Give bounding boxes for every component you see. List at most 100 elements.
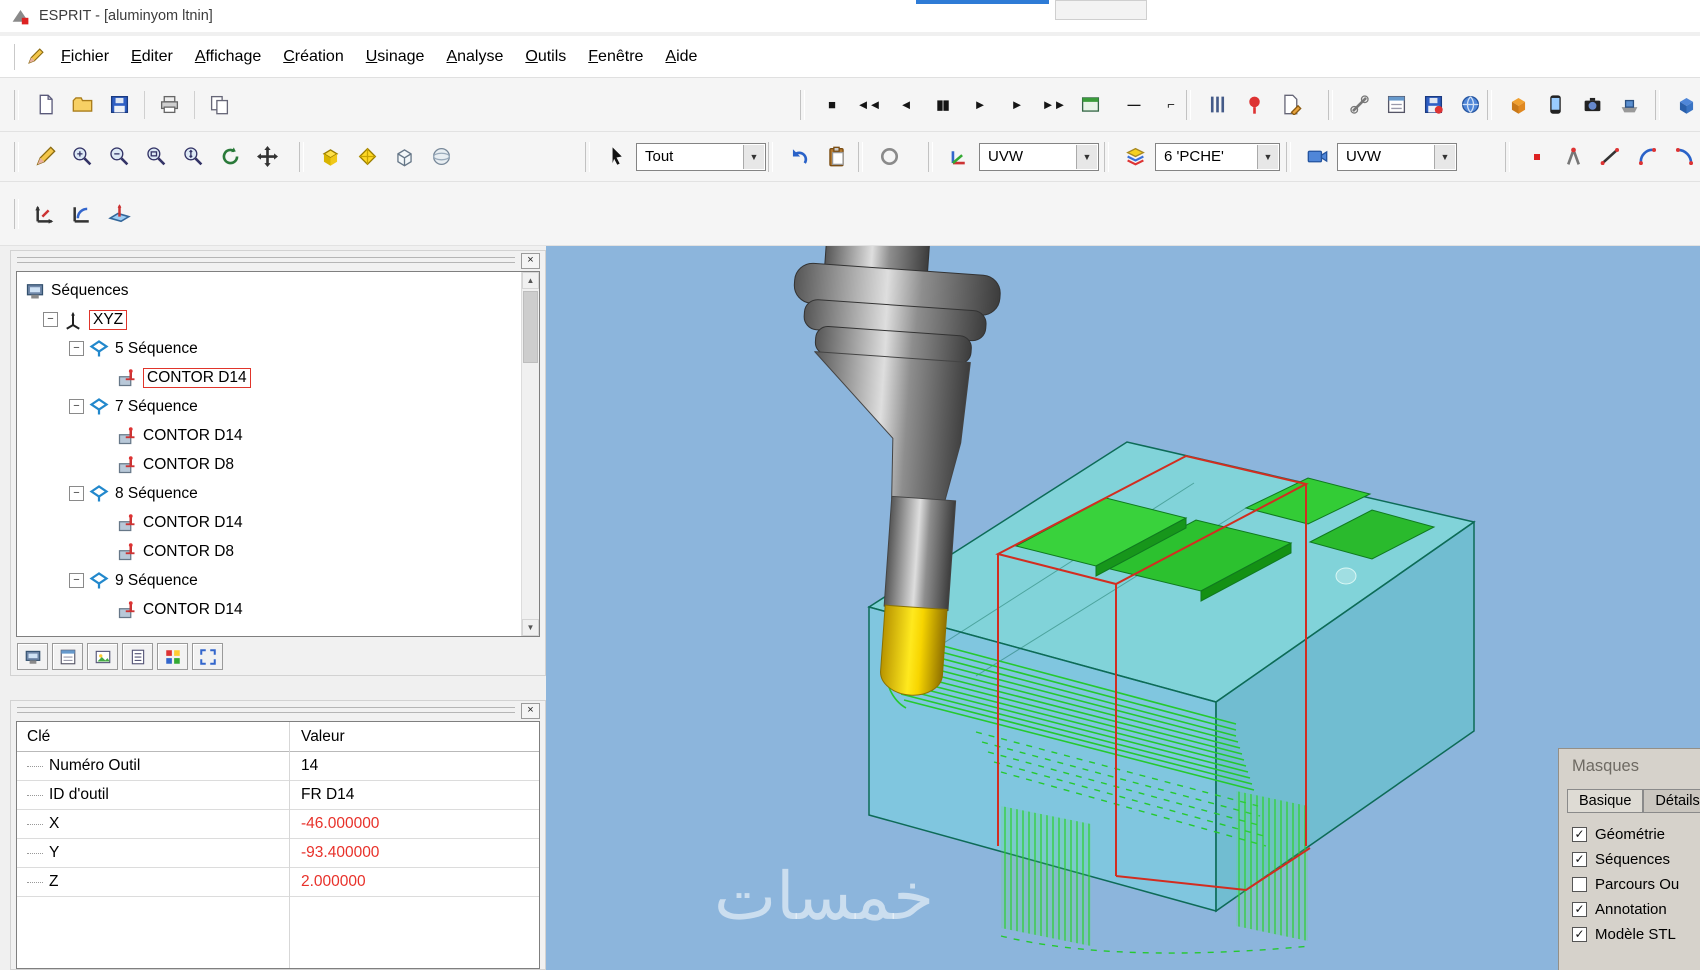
- circle-tool-button[interactable]: [872, 139, 907, 174]
- scroll-up-button[interactable]: ▲: [522, 272, 539, 289]
- tab-details[interactable]: Détails: [1643, 789, 1700, 812]
- menu-editer[interactable]: Editer: [120, 43, 184, 71]
- rotate-view-button[interactable]: [213, 139, 248, 174]
- checkbox-icon[interactable]: ✓: [1572, 902, 1587, 917]
- sim-window-button[interactable]: [1073, 87, 1108, 122]
- collapse-toggle[interactable]: −: [69, 399, 84, 414]
- corner-measure-button[interactable]: ⌐: [1153, 87, 1188, 122]
- close-tree-panel-button[interactable]: ×: [521, 253, 540, 269]
- property-row-tool-number[interactable]: Numéro Outil 14: [17, 752, 539, 781]
- viewport-3d[interactable]: خمسات: [546, 246, 1700, 970]
- tree-item-sequence-7[interactable]: − 7 Séquence: [17, 392, 539, 421]
- arc-tool-button[interactable]: [1630, 139, 1665, 174]
- checkbox-annotation[interactable]: ✓ Annotation: [1572, 897, 1700, 922]
- shaded-view-button[interactable]: [313, 139, 348, 174]
- axis-xy-button[interactable]: [28, 196, 63, 231]
- collapse-toggle[interactable]: −: [69, 486, 84, 501]
- save-process-button[interactable]: [1416, 87, 1451, 122]
- workplane-combo[interactable]: UVW ▼: [979, 142, 1099, 171]
- scroll-down-button[interactable]: ▼: [522, 619, 539, 636]
- property-value[interactable]: -46.000000: [289, 815, 379, 833]
- sim-step-forward-button[interactable]: ►: [999, 87, 1034, 122]
- menu-outils[interactable]: Outils: [514, 43, 577, 71]
- tree-item-contour[interactable]: CONTOR D14: [17, 421, 539, 450]
- menu-aide[interactable]: Aide: [654, 43, 708, 71]
- view-button[interactable]: [1300, 139, 1335, 174]
- sim-step-back-button[interactable]: ◄: [888, 87, 923, 122]
- chevron-down-icon[interactable]: ▼: [1076, 144, 1097, 169]
- checkbox-icon[interactable]: ✓: [1572, 827, 1587, 842]
- machine-view-button[interactable]: [17, 643, 48, 670]
- tree-item-contour[interactable]: CONTOR D8: [17, 450, 539, 479]
- tree-item-contour[interactable]: CONTOR D14: [17, 508, 539, 537]
- checkbox-parcours[interactable]: Parcours Ou: [1572, 872, 1700, 897]
- chevron-down-icon[interactable]: ▼: [743, 144, 764, 169]
- property-row-tool-id[interactable]: ID d'outil FR D14: [17, 781, 539, 810]
- copy-button[interactable]: [202, 87, 237, 122]
- panel-grip[interactable]: ×: [11, 251, 545, 270]
- tree-item-contour[interactable]: CONTOR D14: [17, 595, 539, 624]
- open-button[interactable]: [65, 87, 100, 122]
- tab-basique[interactable]: Basique: [1567, 789, 1644, 812]
- collapse-toggle[interactable]: −: [69, 341, 84, 356]
- tree-root[interactable]: Séquences: [17, 276, 539, 305]
- notes-button[interactable]: [122, 643, 153, 670]
- colors-button[interactable]: [157, 643, 188, 670]
- chevron-down-icon[interactable]: ▼: [1434, 144, 1455, 169]
- sim-play-button[interactable]: ►: [962, 87, 997, 122]
- property-row-y[interactable]: Y -93.400000: [17, 839, 539, 868]
- property-value[interactable]: -93.400000: [289, 844, 379, 862]
- axis-plane-button[interactable]: [102, 196, 137, 231]
- checkbox-icon[interactable]: ✓: [1572, 852, 1587, 867]
- close-property-panel-button[interactable]: ×: [521, 703, 540, 719]
- arc2-tool-button[interactable]: [1667, 139, 1700, 174]
- iso-view-button[interactable]: [350, 139, 385, 174]
- axis-rotate-button[interactable]: [65, 196, 100, 231]
- chevron-down-icon[interactable]: ▼: [1257, 144, 1278, 169]
- tree-item-sequence-5[interactable]: − 5 Séquence: [17, 334, 539, 363]
- paste-button[interactable]: [819, 139, 854, 174]
- wireframe-view-button[interactable]: [387, 139, 422, 174]
- layers-button[interactable]: [1118, 139, 1153, 174]
- machine-setup-button[interactable]: [1612, 87, 1647, 122]
- zoom-in-button[interactable]: [65, 139, 100, 174]
- tool-list-button[interactable]: [52, 643, 83, 670]
- select-cursor-button[interactable]: [599, 139, 634, 174]
- checkbox-icon[interactable]: [1572, 877, 1587, 892]
- menu-creation[interactable]: Création: [272, 43, 354, 71]
- workplane-button[interactable]: [942, 139, 977, 174]
- image-button[interactable]: [87, 643, 118, 670]
- zoom-out-button[interactable]: [102, 139, 137, 174]
- undo-button[interactable]: [782, 139, 817, 174]
- property-value[interactable]: 14: [289, 757, 318, 775]
- report-button[interactable]: [1274, 87, 1309, 122]
- redraw-button[interactable]: [28, 139, 63, 174]
- checkbox-icon[interactable]: ✓: [1572, 927, 1587, 942]
- tool-display-button[interactable]: [1538, 87, 1573, 122]
- menu-usinage[interactable]: Usinage: [355, 43, 436, 71]
- tools-button[interactable]: [1342, 87, 1377, 122]
- sim-pause-button[interactable]: ▮▮: [925, 87, 960, 122]
- view-combo[interactable]: UVW ▼: [1337, 142, 1457, 171]
- solid-button[interactable]: [1669, 87, 1700, 122]
- line-tool-button[interactable]: [1593, 139, 1628, 174]
- sim-to-start-button[interactable]: ◄◄: [851, 87, 886, 122]
- menu-fichier[interactable]: Fichier: [50, 43, 120, 71]
- collapse-toggle[interactable]: −: [43, 312, 58, 327]
- checkbox-modele-stl[interactable]: ✓ Modèle STL: [1572, 922, 1700, 947]
- selection-filter-combo[interactable]: Tout ▼: [636, 142, 766, 171]
- compass-tool-button[interactable]: [1556, 139, 1591, 174]
- save-button[interactable]: [102, 87, 137, 122]
- section-button[interactable]: [1200, 87, 1235, 122]
- sphere-view-button[interactable]: [424, 139, 459, 174]
- tree-item-contour[interactable]: CONTOR D8: [17, 537, 539, 566]
- new-button[interactable]: [28, 87, 63, 122]
- scroll-thumb[interactable]: [523, 291, 538, 363]
- tree-item-sequence-8[interactable]: − 8 Séquence: [17, 479, 539, 508]
- menu-fenetre[interactable]: Fenêtre: [577, 43, 654, 71]
- print-button[interactable]: [152, 87, 187, 122]
- web-button[interactable]: [1453, 87, 1488, 122]
- tree-scrollbar[interactable]: ▲ ▼: [521, 272, 539, 636]
- tree-item-sequence-9[interactable]: − 9 Séquence: [17, 566, 539, 595]
- point-tool-button[interactable]: [1519, 139, 1554, 174]
